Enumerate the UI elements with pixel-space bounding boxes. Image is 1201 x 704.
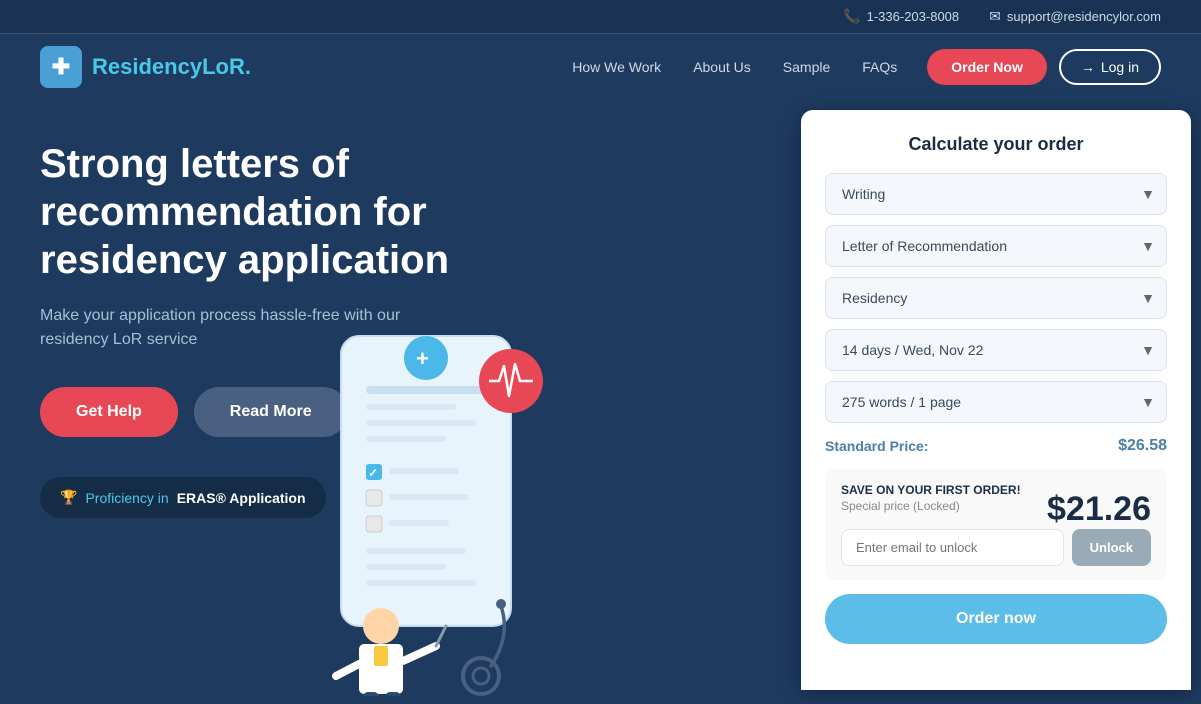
nav: How We Work About Us Sample FAQs — [572, 59, 897, 75]
phone-item: 📞 1-336-203-8008 — [843, 8, 959, 25]
standard-price-label: Standard Price: — [825, 438, 928, 454]
header-order-button[interactable]: Order Now — [927, 49, 1047, 85]
login-button[interactable]: → Log in — [1059, 49, 1161, 85]
nav-how-we-work[interactable]: How We Work — [572, 59, 661, 75]
logo-text: ResidencyLoR. — [92, 54, 251, 80]
login-label: Log in — [1101, 59, 1139, 75]
words-select-wrapper: 275 words / 1 page ▼ — [825, 381, 1167, 423]
logo-text-part1: Residency — [92, 54, 202, 79]
lor-select-wrapper: Letter of Recommendation ▼ — [825, 225, 1167, 267]
phone-number: 1-336-203-8008 — [867, 9, 960, 24]
header: ✚ ResidencyLoR. How We Work About Us Sam… — [0, 34, 1201, 100]
badge-prefix: Proficiency in — [85, 490, 168, 506]
save-box: SAVE ON YOUR FIRST ORDER! Special price … — [825, 469, 1167, 580]
logo-text-part2: LoR. — [202, 54, 251, 79]
calc-title: Calculate your order — [825, 134, 1167, 155]
logo: ✚ ResidencyLoR. — [40, 46, 251, 88]
email-unlock-row: Unlock — [841, 529, 1151, 566]
writing-select-wrapper: Writing ▼ — [825, 173, 1167, 215]
residency-select-wrapper: Residency ▼ — [825, 277, 1167, 319]
svg-text:+: + — [416, 346, 429, 371]
standard-price-row: Standard Price: $26.58 — [825, 437, 1167, 455]
illustration: ✓ + — [281, 316, 581, 696]
deadline-select[interactable]: 14 days / Wed, Nov 22 — [825, 329, 1167, 371]
email-input[interactable] — [841, 529, 1064, 566]
support-email: support@residencylor.com — [1007, 9, 1161, 24]
hero-section: Strong letters of recommendation for res… — [0, 100, 801, 696]
email-icon: ✉ — [989, 8, 1001, 25]
nav-sample[interactable]: Sample — [783, 59, 830, 75]
login-arrow-icon: → — [1081, 59, 1095, 75]
email-item: ✉ support@residencylor.com — [989, 8, 1161, 25]
svg-text:✓: ✓ — [368, 466, 378, 480]
logo-icon: ✚ — [40, 46, 82, 88]
nav-faqs[interactable]: FAQs — [862, 59, 897, 75]
unlock-button[interactable]: Unlock — [1072, 529, 1151, 566]
hero-title: Strong letters of recommendation for res… — [40, 140, 500, 284]
nav-about-us[interactable]: About Us — [693, 59, 751, 75]
words-select[interactable]: 275 words / 1 page — [825, 381, 1167, 423]
phone-icon: 📞 — [843, 8, 860, 25]
save-price: $21.26 — [1047, 490, 1151, 529]
writing-select[interactable]: Writing — [825, 173, 1167, 215]
order-now-button[interactable]: Order now — [825, 594, 1167, 644]
calc-panel: Calculate your order Writing ▼ Letter of… — [801, 110, 1191, 690]
top-bar: 📞 1-336-203-8008 ✉ support@residencylor.… — [0, 0, 1201, 34]
lor-select[interactable]: Letter of Recommendation — [825, 225, 1167, 267]
residency-select[interactable]: Residency — [825, 277, 1167, 319]
trophy-icon: 🏆 — [60, 489, 77, 506]
main-content: Strong letters of recommendation for res… — [0, 100, 1201, 696]
get-help-button[interactable]: Get Help — [40, 387, 178, 437]
deadline-select-wrapper: 14 days / Wed, Nov 22 ▼ — [825, 329, 1167, 371]
standard-price-value: $26.58 — [1118, 437, 1167, 455]
